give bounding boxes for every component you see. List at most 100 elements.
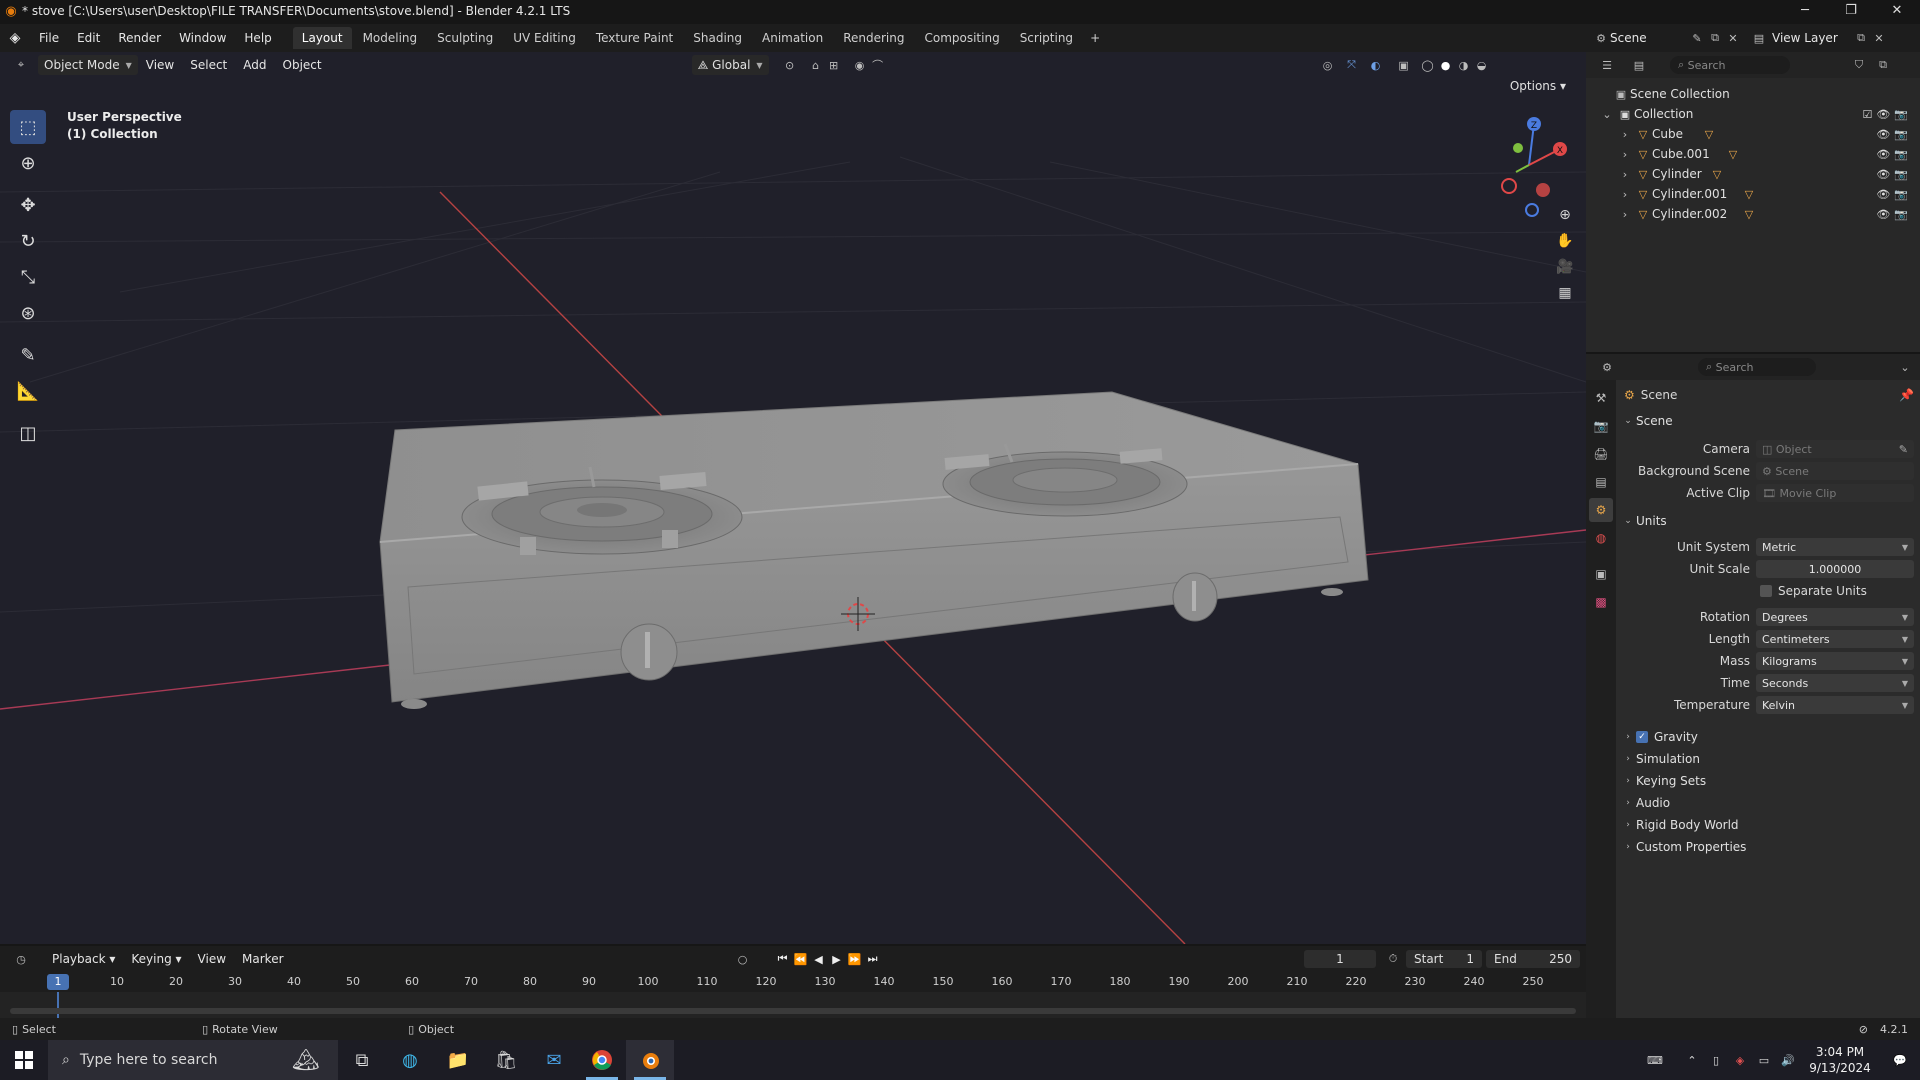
gizmo-y-icon[interactable]: [1513, 143, 1523, 153]
tab-shading[interactable]: Shading: [684, 27, 751, 49]
new-scene-icon[interactable]: ⧉: [1706, 29, 1724, 47]
view-layer-tab-icon[interactable]: ▤: [1589, 470, 1613, 494]
blender-menu-icon[interactable]: ◈: [0, 30, 30, 46]
units-panel-header[interactable]: ⌄ Units: [1620, 510, 1920, 532]
temperature-dropdown[interactable]: Kelvin ▼: [1756, 696, 1914, 714]
close-button[interactable]: ✕: [1874, 0, 1920, 22]
camera-icon[interactable]: 📷: [1894, 148, 1908, 161]
eye-icon[interactable]: 👁: [1876, 188, 1890, 201]
scale-tool-icon[interactable]: ⤡: [10, 260, 46, 294]
outliner-search-input[interactable]: ⌕ Search: [1670, 56, 1790, 74]
mass-dropdown[interactable]: Kilograms ▼: [1756, 652, 1914, 670]
options-dropdown[interactable]: Options ▾: [1510, 79, 1566, 93]
chevron-down-icon[interactable]: ⌄: [1598, 105, 1616, 123]
unit-scale-field[interactable]: 1.000000: [1756, 560, 1914, 578]
gizmo-neg-z-icon[interactable]: [1525, 203, 1539, 217]
edge-icon[interactable]: ◍: [386, 1040, 434, 1080]
pin-icon[interactable]: 📌: [1899, 388, 1914, 402]
pin-icon[interactable]: ✎: [1688, 29, 1706, 47]
chevron-down-icon[interactable]: ⌄: [1896, 358, 1914, 376]
output-tab-icon[interactable]: 🖨: [1589, 442, 1613, 466]
tab-rendering[interactable]: Rendering: [834, 27, 913, 49]
file-explorer-icon[interactable]: 📁: [434, 1040, 482, 1080]
eye-icon[interactable]: 👁: [1876, 208, 1890, 221]
timeline-menu-view[interactable]: View: [190, 949, 234, 969]
audio-panel-header[interactable]: › Audio: [1620, 792, 1920, 814]
eye-icon[interactable]: 👁: [1876, 168, 1890, 181]
proportional-edit-icon[interactable]: ◉: [851, 56, 869, 74]
view-layer-name[interactable]: View Layer: [1772, 31, 1852, 45]
outliner-item-cylinder-002[interactable]: › ▽ Cylinder.002 ▽ 👁 📷: [1586, 204, 1920, 224]
collection-tab-icon[interactable]: ▣: [1589, 562, 1613, 586]
tab-scripting[interactable]: Scripting: [1011, 27, 1082, 49]
texture-tab-icon[interactable]: ▩: [1589, 590, 1613, 614]
camera-icon[interactable]: 📷: [1894, 208, 1908, 221]
new-view-layer-icon[interactable]: ⧉: [1852, 29, 1870, 47]
chrome-icon[interactable]: [578, 1040, 626, 1080]
keying-sets-panel-header[interactable]: › Keying Sets: [1620, 770, 1920, 792]
render-tab-icon[interactable]: 📷: [1589, 414, 1613, 438]
world-tab-icon[interactable]: ◍: [1589, 526, 1613, 550]
play-icon[interactable]: ▶: [828, 950, 846, 968]
jump-start-icon[interactable]: ⏮: [774, 950, 792, 968]
gravity-checkbox-icon[interactable]: ✓: [1636, 731, 1648, 743]
scene-name[interactable]: Scene: [1610, 31, 1688, 45]
material-shading-icon[interactable]: ◑: [1455, 56, 1473, 74]
outliner-item-cube-001[interactable]: › ▽ Cube.001 ▽ 👁 📷: [1586, 144, 1920, 164]
jump-end-icon[interactable]: ⏭: [864, 950, 882, 968]
scene-collection-row[interactable]: ▣ Scene Collection: [1586, 84, 1920, 104]
transform-tool-icon[interactable]: ⊛: [10, 296, 46, 330]
viewport-canvas[interactable]: [0, 52, 1586, 944]
visibility-icon[interactable]: ◎: [1319, 56, 1337, 74]
outliner-item-cube[interactable]: › ▽ Cube ▽ 👁 📷: [1586, 124, 1920, 144]
cursor-tool-icon[interactable]: ⊕: [10, 146, 46, 180]
viewport-menu-object[interactable]: Object: [275, 55, 330, 75]
camera-icon[interactable]: 📷: [1894, 128, 1908, 141]
filter-icon[interactable]: ⛉: [1850, 56, 1868, 74]
viewport-menu-add[interactable]: Add: [235, 55, 274, 75]
camera-icon[interactable]: 📷: [1894, 168, 1908, 181]
restore-button[interactable]: ❐: [1828, 0, 1874, 22]
microsoft-store-icon[interactable]: 🛍: [482, 1040, 530, 1080]
menu-window[interactable]: Window: [170, 26, 235, 50]
eye-icon[interactable]: 👁: [1876, 128, 1890, 141]
delete-scene-icon[interactable]: ✕: [1724, 29, 1742, 47]
viewport-menu-view[interactable]: View: [138, 55, 182, 75]
jump-keyframe-forward-icon[interactable]: ⏩: [846, 950, 864, 968]
tool-tab-icon[interactable]: ⚒: [1589, 386, 1613, 410]
timeline-scrollbar[interactable]: [10, 1008, 1576, 1014]
end-frame-field[interactable]: End 250: [1486, 950, 1580, 968]
play-reverse-icon[interactable]: ◀: [810, 950, 828, 968]
chevron-right-icon[interactable]: ›: [1616, 125, 1634, 143]
keying-dropdown[interactable]: Keying ▾: [123, 949, 189, 969]
outliner-editor-icon[interactable]: ☰: [1598, 56, 1616, 74]
stopwatch-icon[interactable]: ⏱: [1384, 950, 1402, 968]
tab-compositing[interactable]: Compositing: [915, 27, 1008, 49]
falloff-icon[interactable]: ⌒: [869, 56, 887, 74]
notifications-icon[interactable]: 💬: [1880, 1051, 1920, 1069]
gizmo-neg-y-icon[interactable]: [1536, 183, 1550, 197]
scene-tab-icon[interactable]: ⚙: [1589, 498, 1613, 522]
display-mode-icon[interactable]: ▤: [1630, 56, 1648, 74]
eye-icon[interactable]: 👁: [1876, 108, 1890, 121]
tab-texture-paint[interactable]: Texture Paint: [587, 27, 682, 49]
mesh-data-icon[interactable]: ▽: [1740, 185, 1758, 203]
playback-dropdown[interactable]: Playback ▾: [44, 949, 123, 969]
menu-help[interactable]: Help: [235, 26, 280, 50]
simulation-panel-header[interactable]: › Simulation: [1620, 748, 1920, 770]
taskbar-clock[interactable]: 3:04 PM 9/13/2024: [1800, 1044, 1880, 1076]
camera-icon[interactable]: 📷: [1894, 188, 1908, 201]
collection-row[interactable]: ⌄ ▣ Collection ☑ 👁 📷: [1586, 104, 1920, 124]
view-layer-icon[interactable]: ▤: [1750, 29, 1768, 47]
camera-icon[interactable]: 📷: [1894, 108, 1908, 121]
frame-ruler[interactable]: 1 10 20 30 40 50 60 70 80 90 100 110 120 130 140 150 16…: [0, 972, 1586, 992]
tray-overflow-icon[interactable]: ⌃: [1680, 1051, 1704, 1069]
solid-shading-icon[interactable]: ●: [1437, 56, 1455, 74]
length-dropdown[interactable]: Centimeters ▼: [1756, 630, 1914, 648]
menu-edit[interactable]: Edit: [68, 26, 109, 50]
exclude-checkbox-icon[interactable]: ☑: [1862, 108, 1872, 121]
add-workspace-button[interactable]: +: [1084, 27, 1106, 49]
chevron-right-icon[interactable]: ›: [1616, 145, 1634, 163]
auto-keying-icon[interactable]: ○: [734, 950, 752, 968]
xray-icon[interactable]: ▣: [1395, 56, 1413, 74]
